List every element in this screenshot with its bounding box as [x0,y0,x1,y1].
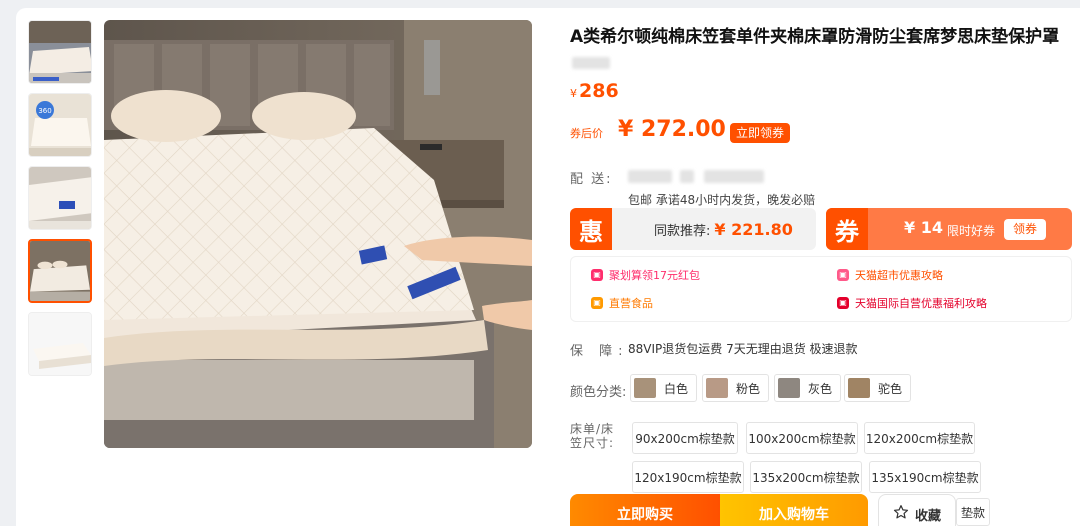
hui-badge: 惠 [570,208,612,250]
color-swatch [706,378,728,398]
shipping-detail: 包邮 承诺48小时内发货，晚发必赔 [628,193,816,207]
coupon-price-label: 券后价 [570,127,603,140]
gift-icon: ▣ [591,269,603,281]
limited-coupon-promo: 券 ¥ 14 限时好券 领券 [826,208,1072,250]
color-option-label: 灰色 [808,381,833,396]
blurred-address-2 [680,170,694,183]
star-icon [893,504,909,524]
currency-symbol: ¥ [570,87,577,100]
size-label: 床单/床笠尺寸: [570,422,615,450]
thumbnail-5[interactable] [28,312,92,376]
claim-coupon-button[interactable]: 领券 [1004,219,1047,240]
tmall-icon: ▣ [837,269,849,281]
same-item-price: ¥ 221.80 [714,220,793,239]
benefit-text: 直营食品 [609,297,653,310]
same-item-promo[interactable]: 惠 同款推荐: ¥ 221.80 [570,208,816,250]
color-swatch [778,378,800,398]
guarantee-text: 88VIP退货包运费 7天无理由退货 极速退款 [628,342,858,356]
benefit-item[interactable]: ▣ 天猫国际自营优惠福利攻略 [837,295,987,311]
get-coupon-button[interactable]: 立即领券 [730,123,791,143]
favorite-label: 收藏 [914,508,941,524]
size-option[interactable]: 120x190cm棕垫款 [632,461,744,493]
size-option[interactable]: 135x190cm棕垫款 [869,461,981,493]
color-option-label: 粉色 [736,381,761,396]
benefit-item[interactable]: ▣ 聚划算领17元红包 [591,267,700,283]
svg-text:360: 360 [38,107,51,115]
color-swatch [848,378,870,398]
same-item-label: 同款推荐: [654,224,711,239]
coupon-price: ¥ 272.00 [618,117,726,142]
benefit-text: 聚划算领17元红包 [609,269,700,282]
size-option[interactable]: 100x200cm棕垫款 [746,422,858,454]
blurred-subtitle [572,57,610,69]
guarantee-label: 保 障: [570,344,629,359]
color-option-pink[interactable]: 粉色 [702,374,770,402]
blurred-address-3 [704,170,764,183]
blurred-address-1 [628,170,672,183]
product-title: A类希尔顿纯棉床笠套单件夹棉床罩防滑防尘套席梦思床垫保护罩 [570,27,1060,47]
color-option-grey[interactable]: 灰色 [774,374,842,402]
thumbnail-3[interactable] [28,166,92,230]
size-option[interactable]: 135x200cm棕垫款 [750,461,862,493]
coupon-amount: ¥ 14 [904,218,943,237]
product-info-panel: A类希尔顿纯棉床笠套单件夹棉床罩防滑防尘套席梦思床垫保护罩 ¥286 券后价 ¥… [570,0,1080,526]
thumbnail-2[interactable]: 360 [28,93,92,157]
same-item-text: 同款推荐: ¥ 221.80 [654,220,793,239]
color-option-label: 白色 [664,381,689,396]
thumbnail-4[interactable] [28,239,92,303]
coupon-limit-label: 限时好券 [947,224,996,238]
store-icon: ▣ [591,297,603,309]
original-price: ¥286 [570,80,619,102]
color-label: 颜色分类: [570,385,627,400]
tmall-global-icon: ▣ [837,297,849,309]
benefit-item[interactable]: ▣ 直营食品 [591,295,653,311]
main-product-image [104,20,532,448]
size-option[interactable]: 垫款 [956,498,990,526]
size-option[interactable]: 90x200cm棕垫款 [632,422,738,454]
quan-badge: 券 [826,208,868,250]
benefit-item[interactable]: ▣ 天猫超市优惠攻略 [837,267,943,283]
add-to-cart-button[interactable]: 加入购物车 [720,494,868,526]
color-option-white[interactable]: 白色 [630,374,698,402]
shipping-label: 配 送: [570,172,613,187]
color-swatch [634,378,656,398]
benefits-box: ▣ 聚划算领17元红包 ▣ 天猫超市优惠攻略 ▣ 直营食品 ▣ 天猫国际自营优惠… [570,256,1072,322]
original-price-value: 286 [579,80,619,102]
color-option-camel[interactable]: 驼色 [844,374,912,402]
benefit-text: 天猫超市优惠攻略 [855,269,943,282]
favorite-button[interactable]: 收藏 [878,494,956,526]
thumbnail-1[interactable] [28,20,92,84]
buy-now-button[interactable]: 立即购买 [570,494,720,526]
benefit-text: 天猫国际自营优惠福利攻略 [855,297,987,310]
size-option[interactable]: 120x200cm棕垫款 [864,422,975,454]
color-option-label: 驼色 [878,381,903,396]
